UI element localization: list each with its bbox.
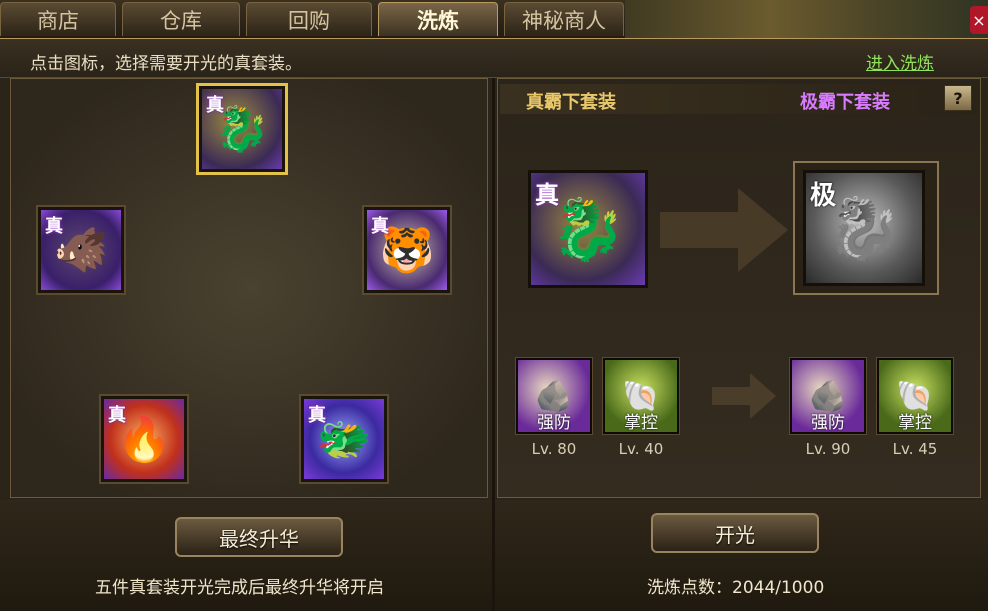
equipment-slot-1[interactable]: 🐉 真 <box>199 86 285 172</box>
final-sublimation-button[interactable]: 最终升华 <box>175 517 343 557</box>
close-icon[interactable]: × <box>970 6 988 34</box>
skill-level: Lv. 45 <box>892 440 938 458</box>
skill-name: 强防 <box>537 412 571 433</box>
true-badge: 真 <box>308 405 326 426</box>
current-suit-item[interactable]: 🐉 真 <box>528 170 648 288</box>
upgrade-arrow-icon <box>660 188 788 272</box>
skill-after-shield[interactable]: 🪨 强防 <box>790 358 866 434</box>
tab-warehouse[interactable]: 仓库 <box>122 2 240 36</box>
true-badge: 真 <box>206 95 224 116</box>
refine-points: 洗炼点数：2044/1000 <box>647 573 824 598</box>
scenery-strip <box>625 0 988 38</box>
tab-refine[interactable]: 洗炼 <box>378 2 498 36</box>
points-label: 洗炼点数： <box>647 578 732 598</box>
target-suit-title: 极霸下套装 <box>800 92 890 113</box>
ultimate-badge: 极 <box>810 181 837 211</box>
help-button[interactable]: ? <box>944 85 972 111</box>
points-value: 2044/1000 <box>732 578 825 598</box>
skill-name: 掌控 <box>898 412 932 433</box>
panel-divider <box>492 78 495 611</box>
skill-name: 强防 <box>811 412 845 433</box>
true-badge: 真 <box>371 216 389 237</box>
skill-after-control[interactable]: 🐚 掌控 <box>877 358 953 434</box>
current-suit-title: 真霸下套装 <box>526 92 616 113</box>
equipment-slot-4[interactable]: 🔥 真 <box>101 396 187 482</box>
equipment-slot-3[interactable]: 🐯 真 <box>364 207 450 293</box>
true-badge: 真 <box>45 216 63 237</box>
skill-before-shield[interactable]: 🪨 强防 <box>516 358 592 434</box>
skill-level: Lv. 40 <box>618 440 664 458</box>
skill-before-control[interactable]: 🐚 掌控 <box>603 358 679 434</box>
skill-level: Lv. 90 <box>805 440 851 458</box>
tab-shop[interactable]: 商店 <box>0 2 116 36</box>
skill-level: Lv. 80 <box>531 440 577 458</box>
tab-mystery-merchant[interactable]: 神秘商人 <box>504 2 624 36</box>
target-suit-item[interactable]: 🐉 极 <box>803 170 925 286</box>
hint-bar: 点击图标，选择需要开光的真套装。 进入洗炼 <box>0 38 988 78</box>
skill-name: 掌控 <box>624 412 658 433</box>
hint-text: 点击图标，选择需要开光的真套装。 <box>30 54 302 74</box>
tab-buyback[interactable]: 回购 <box>246 2 372 36</box>
equipment-slot-5[interactable]: 🐲 真 <box>301 396 387 482</box>
equipment-slot-2[interactable]: 🐗 真 <box>38 207 124 293</box>
true-badge: 真 <box>535 181 559 209</box>
enter-refine-link[interactable]: 进入洗炼 <box>866 49 934 74</box>
skill-arrow-icon <box>712 373 776 419</box>
open-light-button[interactable]: 开光 <box>651 513 819 553</box>
sublimation-note: 五件真套装开光完成后最终升华将开启 <box>95 578 384 598</box>
true-badge: 真 <box>108 405 126 426</box>
